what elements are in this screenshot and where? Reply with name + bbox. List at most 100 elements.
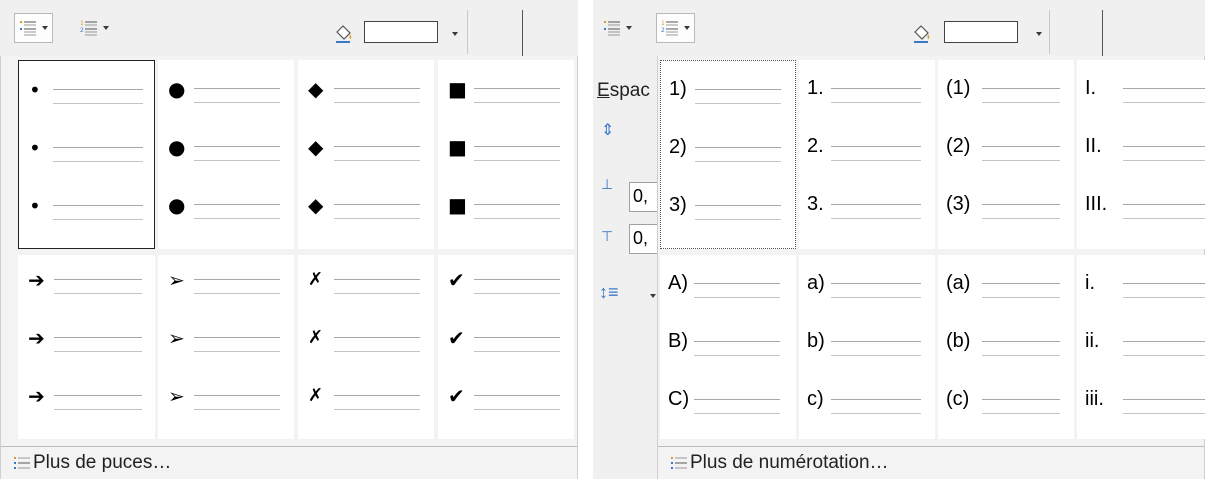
chevron-down-icon xyxy=(684,26,690,30)
color-swatch[interactable] xyxy=(944,21,1018,43)
bullet-symbol: ● xyxy=(168,135,186,159)
toolbar: 1 2 xyxy=(0,0,578,58)
bullet-style-cell[interactable]: ✔ ✔ ✔ xyxy=(438,255,574,439)
number-label: I. xyxy=(1085,77,1097,99)
paint-bucket-icon[interactable] xyxy=(333,23,355,45)
bullet-symbol: ➢ xyxy=(168,326,185,350)
number-label: C) xyxy=(668,388,690,410)
bullet-symbol: ✔ xyxy=(448,326,465,350)
bullet-list-icon xyxy=(14,457,30,469)
bullet-style-cell[interactable]: ➔ ➔ ➔ xyxy=(18,255,155,439)
bullet-style-cell[interactable]: ✗ ✗ ✗ xyxy=(298,255,434,439)
bullet-symbol: • xyxy=(29,136,41,160)
number-label: b) xyxy=(807,330,825,352)
unordered-list-button[interactable] xyxy=(14,13,53,43)
number-label: iii. xyxy=(1085,388,1104,410)
number-label: (c) xyxy=(946,388,970,410)
chevron-down-icon[interactable] xyxy=(1036,32,1042,36)
bullet-symbol: ➔ xyxy=(28,268,45,292)
toolbar: 1 2 xyxy=(593,0,1205,58)
svg-text:2: 2 xyxy=(80,27,84,34)
bullet-symbol: ● xyxy=(168,193,186,217)
line-spacing-dropdown-icon[interactable]: ↕≡ xyxy=(599,282,619,303)
space-above-icon: ⊥ xyxy=(601,176,614,192)
chevron-down-icon[interactable] xyxy=(650,294,656,298)
unordered-list-icon xyxy=(20,21,36,36)
bullet-symbol: ✗ xyxy=(308,385,324,406)
bullet-style-cell[interactable]: ➢ ➢ ➢ xyxy=(158,255,294,439)
space-below-icon: ⊤ xyxy=(601,228,614,244)
number-label: (a) xyxy=(946,272,971,294)
number-label: 1. xyxy=(807,77,824,99)
number-label: a) xyxy=(807,272,825,294)
spacing-label: Espac xyxy=(597,80,650,101)
number-label: 3. xyxy=(807,193,824,215)
bullet-style-cell[interactable]: ◆ ◆ ◆ xyxy=(298,60,434,249)
ordered-list-icon: 1 2 xyxy=(80,20,97,36)
more-bullets-button[interactable]: Plus de puces… xyxy=(1,446,577,479)
space-above-spinner[interactable]: 0, xyxy=(629,182,659,212)
number-label: 2. xyxy=(807,135,824,157)
numbering-style-cell[interactable]: (1) (2) (3) xyxy=(938,60,1074,249)
bullet-symbol: • xyxy=(29,194,41,218)
bullet-symbol: ➔ xyxy=(28,326,45,350)
number-label: (1) xyxy=(946,77,971,99)
color-swatch[interactable] xyxy=(364,21,438,43)
paragraph-sidebar: Espac ⇕ ⊥ 0, ⊤ 0, ↕≡ xyxy=(593,56,659,446)
bullet-style-popup: • • • ● ● ● ◆ ◆ ◆ ■ ■ ■ ➔ ➔ ➔ ➢ ➢ ➢ ✗ ✗ … xyxy=(0,56,578,479)
bullet-symbol: ● xyxy=(168,77,186,101)
chevron-down-icon xyxy=(626,26,632,30)
unordered-list-icon xyxy=(604,21,620,36)
separator xyxy=(1049,10,1050,54)
separator xyxy=(522,10,523,58)
chevron-down-icon[interactable] xyxy=(452,32,458,36)
numbering-style-cell[interactable]: (a) (b) (c) xyxy=(938,255,1074,439)
bullet-symbol: ■ xyxy=(448,77,467,101)
unordered-list-button[interactable] xyxy=(599,13,636,43)
bullet-symbol: ✗ xyxy=(308,327,324,348)
numbering-style-cell[interactable]: i. ii. iii. xyxy=(1077,255,1205,439)
bullet-symbol: ➢ xyxy=(168,384,185,408)
bullet-symbol: ■ xyxy=(448,135,467,159)
numbering-style-cell[interactable]: 1) 2) 3) xyxy=(660,60,796,249)
ordered-list-icon: 1 2 xyxy=(661,20,678,36)
separator xyxy=(467,10,468,54)
more-numbering-label: Plus de numérotation… xyxy=(690,452,889,473)
numbered-list-icon xyxy=(671,457,687,469)
number-label: i. xyxy=(1085,272,1095,294)
number-label: (2) xyxy=(946,135,971,157)
bullet-symbol: ◆ xyxy=(308,135,324,159)
more-numbering-button[interactable]: Plus de numérotation… xyxy=(658,446,1204,479)
bullet-symbol: ✔ xyxy=(448,384,465,408)
number-label: B) xyxy=(668,330,688,352)
number-label: c) xyxy=(807,388,824,410)
space-below-spinner[interactable]: 0, xyxy=(629,224,659,254)
numbering-style-cell[interactable]: a) b) c) xyxy=(799,255,935,439)
bullet-style-cell[interactable]: ■ ■ ■ xyxy=(438,60,574,249)
bullet-symbol: ■ xyxy=(448,193,467,217)
bullet-symbol: • xyxy=(29,78,41,102)
bullet-style-cell[interactable]: ● ● ● xyxy=(158,60,294,249)
number-label: 3) xyxy=(669,194,687,216)
numbering-style-popup: 1) 2) 3) 1. 2. 3. (1) (2) (3) I. II. III… xyxy=(657,56,1205,479)
svg-text:2: 2 xyxy=(661,27,665,34)
numbering-style-cell[interactable]: A) B) C) xyxy=(660,255,796,439)
line-spacing-icon: ⇕ xyxy=(601,122,615,139)
number-label: (3) xyxy=(946,193,971,215)
number-label: A) xyxy=(668,272,688,294)
ordered-list-button[interactable]: 1 2 xyxy=(656,13,695,43)
paint-bucket-icon[interactable] xyxy=(911,23,933,45)
chevron-down-icon xyxy=(42,26,48,30)
bullets-panel: 1 2 • • • ● ● ● ◆ ◆ ◆ ■ ■ ■ ➔ ➔ ➔ ➢ ➢ ➢ … xyxy=(0,0,578,479)
separator xyxy=(1102,10,1103,58)
svg-text:1: 1 xyxy=(80,20,84,27)
number-label: III. xyxy=(1085,193,1108,215)
bullet-style-cell[interactable]: • • • xyxy=(18,60,155,249)
ordered-list-button[interactable]: 1 2 xyxy=(76,13,113,43)
numbering-style-cell[interactable]: 1. 2. 3. xyxy=(799,60,935,249)
bullet-symbol: ◆ xyxy=(308,193,324,217)
chevron-down-icon xyxy=(103,26,109,30)
svg-text:1: 1 xyxy=(661,20,665,27)
number-label: 1) xyxy=(669,78,687,100)
numbering-style-cell[interactable]: I. II. III. xyxy=(1077,60,1205,249)
